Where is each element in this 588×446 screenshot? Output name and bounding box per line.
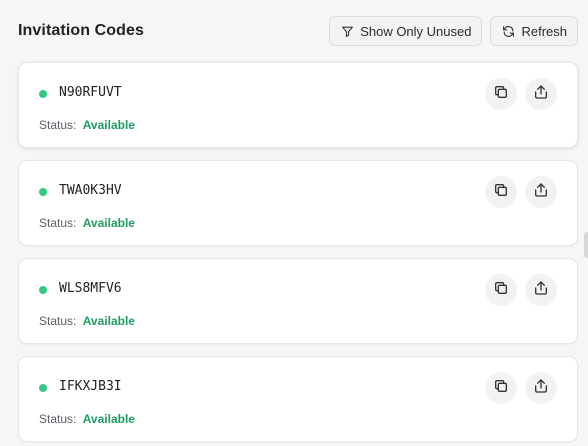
share-icon	[533, 182, 549, 203]
refresh-label: Refresh	[521, 23, 567, 39]
status-line: Status: Available	[39, 314, 135, 328]
copy-button[interactable]	[485, 372, 517, 404]
show-only-unused-button[interactable]: Show Only Unused	[329, 16, 483, 46]
invitation-code: IFKXJB3I	[59, 379, 122, 394]
panel-header: Invitation Codes Show Only Unused Refres…	[18, 14, 578, 48]
status-value: Available	[82, 118, 135, 132]
copy-icon	[493, 378, 509, 399]
status-line: Status: Available	[39, 216, 135, 230]
code-card: N90RFUVT Status: Available	[18, 62, 578, 148]
copy-button[interactable]	[485, 274, 517, 306]
status-line: Status: Available	[39, 118, 135, 132]
refresh-icon	[502, 25, 515, 38]
filter-icon	[341, 25, 354, 38]
status-dot	[39, 90, 47, 98]
copy-button[interactable]	[485, 78, 517, 110]
copy-button[interactable]	[485, 176, 517, 208]
codes-list: N90RFUVT Status: Available TWA0K3HV Stat…	[18, 62, 578, 446]
share-button[interactable]	[525, 372, 557, 404]
invitation-code: WLS8MFV6	[59, 281, 122, 296]
status-dot	[39, 286, 47, 294]
status-value: Available	[82, 216, 135, 230]
status-label: Status:	[39, 314, 77, 328]
status-value: Available	[82, 412, 135, 426]
status-label: Status:	[39, 216, 77, 230]
share-icon	[533, 378, 549, 399]
status-dot	[39, 188, 47, 196]
invitation-code: TWA0K3HV	[59, 183, 122, 198]
copy-icon	[493, 280, 509, 301]
share-icon	[533, 280, 549, 301]
status-line: Status: Available	[39, 412, 135, 426]
invitation-codes-panel: Invitation Codes Show Only Unused Refres…	[0, 0, 588, 446]
refresh-button[interactable]: Refresh	[490, 16, 578, 46]
share-button[interactable]	[525, 176, 557, 208]
share-button[interactable]	[525, 78, 557, 110]
status-dot	[39, 384, 47, 392]
scrollbar-thumb[interactable]	[584, 232, 588, 258]
code-card: IFKXJB3I Status: Available	[18, 356, 578, 442]
share-icon	[533, 84, 549, 105]
show-only-unused-label: Show Only Unused	[360, 23, 472, 39]
status-label: Status:	[39, 118, 77, 132]
code-card: WLS8MFV6 Status: Available	[18, 258, 578, 344]
copy-icon	[493, 84, 509, 105]
status-label: Status:	[39, 412, 77, 426]
invitation-code: N90RFUVT	[59, 85, 122, 100]
status-value: Available	[82, 314, 135, 328]
header-actions: Show Only Unused Refresh	[329, 16, 578, 46]
code-card: TWA0K3HV Status: Available	[18, 160, 578, 246]
copy-icon	[493, 182, 509, 203]
page-title: Invitation Codes	[18, 22, 145, 39]
share-button[interactable]	[525, 274, 557, 306]
